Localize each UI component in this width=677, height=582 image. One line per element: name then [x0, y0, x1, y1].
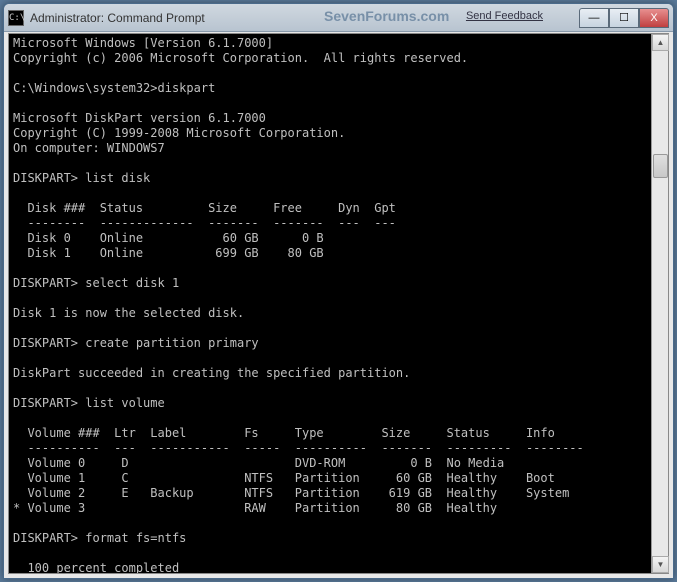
line: Volume 2 E Backup NTFS Partition 619 GB …	[13, 486, 569, 500]
line: -------- ------------- ------- ------- -…	[13, 216, 396, 230]
line: Microsoft Windows [Version 6.1.7000]	[13, 36, 273, 50]
line: DISKPART> list volume	[13, 396, 165, 410]
line: Disk ### Status Size Free Dyn Gpt	[13, 201, 396, 215]
scroll-down-button[interactable]: ▼	[652, 556, 669, 573]
line: Disk 1 is now the selected disk.	[13, 306, 244, 320]
line: C:\Windows\system32>diskpart	[13, 81, 215, 95]
line: Disk 1 Online 699 GB 80 GB	[13, 246, 324, 260]
titlebar[interactable]: C:\ Administrator: Command Prompt SevenF…	[4, 4, 673, 32]
line: DiskPart succeeded in creating the speci…	[13, 366, 410, 380]
scroll-thumb[interactable]	[653, 154, 668, 178]
terminal-output[interactable]: Microsoft Windows [Version 6.1.7000] Cop…	[9, 34, 651, 573]
scroll-up-button[interactable]: ▲	[652, 34, 669, 51]
line: 100 percent completed	[13, 561, 179, 573]
watermark: SevenForums.com	[324, 8, 449, 24]
line: Volume 0 D DVD-ROM 0 B No Media	[13, 456, 504, 470]
line: Copyright (c) 2006 Microsoft Corporation…	[13, 51, 468, 65]
line: DISKPART> select disk 1	[13, 276, 179, 290]
line: Disk 0 Online 60 GB 0 B	[13, 231, 324, 245]
window-title: Administrator: Command Prompt	[30, 11, 205, 25]
line: On computer: WINDOWS7	[13, 141, 165, 155]
line: Microsoft DiskPart version 6.1.7000	[13, 111, 266, 125]
line: DISKPART> format fs=ntfs	[13, 531, 186, 545]
close-button[interactable]: X	[639, 8, 669, 28]
line: Volume 1 C NTFS Partition 60 GB Healthy …	[13, 471, 555, 485]
line: Copyright (C) 1999-2008 Microsoft Corpor…	[13, 126, 345, 140]
cmd-icon: C:\	[8, 10, 24, 26]
minimize-button[interactable]: —	[579, 8, 609, 28]
scrollbar[interactable]: ▲ ▼	[651, 34, 668, 573]
maximize-button[interactable]: ☐	[609, 8, 639, 28]
line: Volume ### Ltr Label Fs Type Size Status…	[13, 426, 555, 440]
line: DISKPART> create partition primary	[13, 336, 259, 350]
line: * Volume 3 RAW Partition 80 GB Healthy	[13, 501, 497, 515]
terminal-container: Microsoft Windows [Version 6.1.7000] Cop…	[8, 33, 669, 574]
line: ---------- --- ----------- ----- -------…	[13, 441, 584, 455]
send-feedback-link[interactable]: Send Feedback	[466, 10, 543, 22]
line: DISKPART> list disk	[13, 171, 150, 185]
console-window: C:\ Administrator: Command Prompt SevenF…	[3, 3, 674, 579]
